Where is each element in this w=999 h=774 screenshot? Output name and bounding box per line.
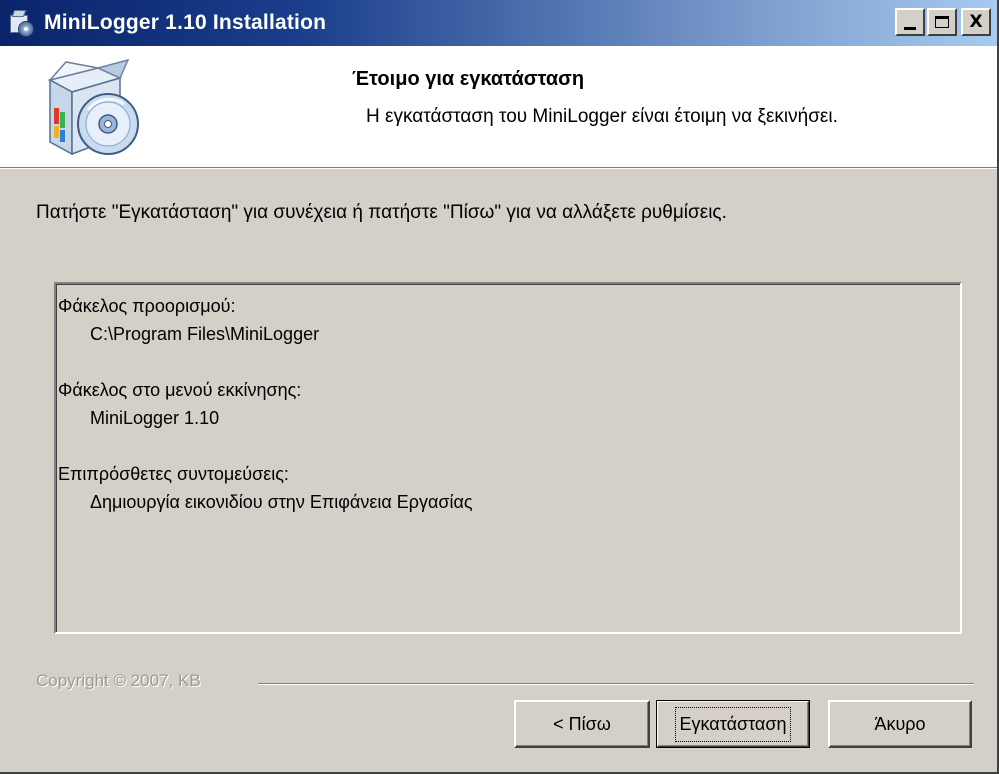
- summary-memo[interactable]: Φάκελος προορισμού: C:\Program Files\Min…: [54, 282, 962, 634]
- instruction-text: Πατήστε "Εγκατάσταση" για συνέχεια ή πατ…: [36, 202, 727, 223]
- maximize-button[interactable]: [927, 8, 957, 36]
- cancel-button-label: Άκυρο: [874, 713, 926, 734]
- install-button[interactable]: Εγκατάσταση: [656, 700, 810, 748]
- startmenu-heading: Φάκελος στο μενού εκκίνησης:: [58, 380, 302, 400]
- minimize-button[interactable]: [895, 8, 925, 36]
- page-title: Έτοιμο για εγκατάσταση: [352, 68, 585, 90]
- footer-divider: [258, 683, 974, 685]
- back-button-label: < Πίσω: [553, 713, 611, 734]
- installer-icon: [8, 9, 36, 37]
- installer-window: MiniLogger 1.10 Installation X Έτοιμο γι…: [0, 0, 999, 774]
- maximize-icon: [935, 16, 949, 28]
- destination-heading: Φάκελος προορισμού:: [58, 296, 236, 316]
- install-button-label: Εγκατάσταση: [674, 706, 792, 742]
- copyright-text: Copyright © 2007, KB: [36, 671, 201, 690]
- page-subtitle: Η εγκατάσταση του MiniLogger είναι έτοιμ…: [366, 106, 838, 127]
- shortcuts-heading: Επιπρόσθετες συντομεύσεις:: [58, 464, 289, 484]
- title-bar[interactable]: MiniLogger 1.10 Installation X: [0, 0, 997, 46]
- back-button[interactable]: < Πίσω: [514, 700, 650, 748]
- shortcuts-value: Δημιουργία εικονιδίου στην Επιφάνεια Εργ…: [90, 492, 473, 512]
- close-button[interactable]: X: [961, 8, 991, 36]
- close-icon: X: [969, 12, 983, 32]
- software-box-cd-icon: [47, 58, 139, 156]
- window-title: MiniLogger 1.10 Installation: [44, 11, 327, 34]
- header-banner: Έτοιμο για εγκατάσταση Η εγκατάσταση του…: [0, 46, 997, 169]
- startmenu-value: MiniLogger 1.10: [90, 408, 220, 428]
- window-controls: X: [895, 8, 991, 36]
- minimize-icon: [904, 26, 916, 30]
- cancel-button[interactable]: Άκυρο: [828, 700, 972, 748]
- destination-value: C:\Program Files\MiniLogger: [90, 324, 320, 344]
